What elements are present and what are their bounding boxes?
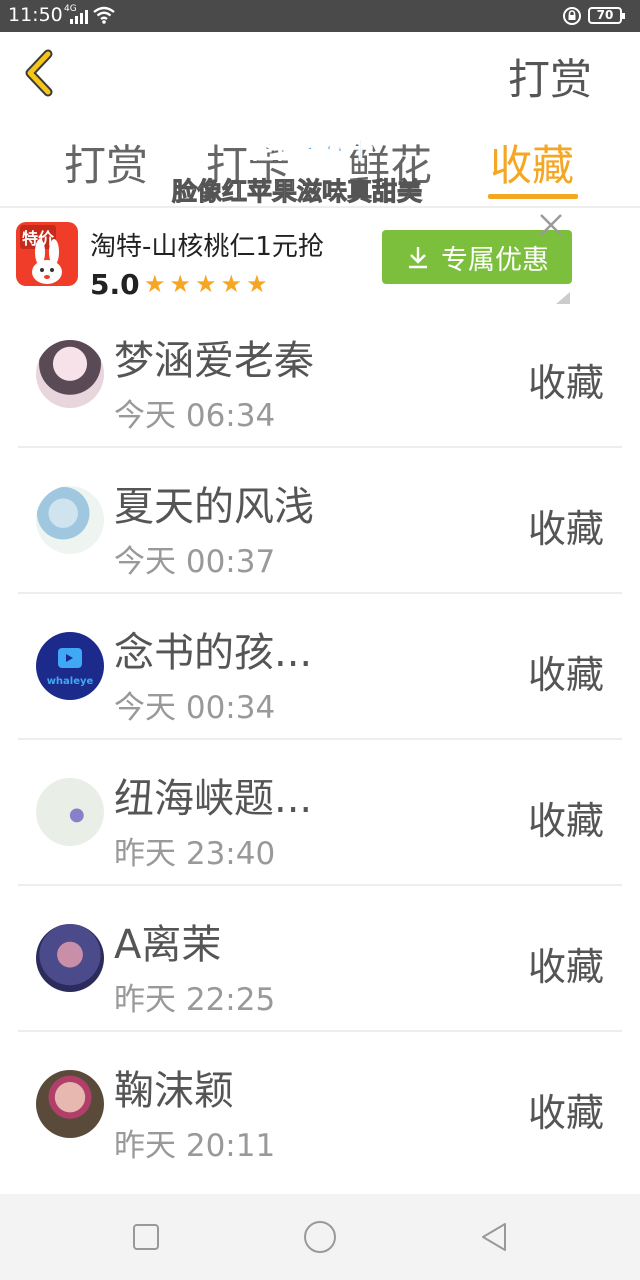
item-time: 今天 00:34: [114, 690, 276, 726]
ad-banner[interactable]: 特价 淘特-山核桃仁1元抢 5.0 ★★★★★ 专属优惠: [0, 208, 640, 304]
star-rating-icon: ★★★★★: [144, 270, 272, 298]
user-name: A离茉: [114, 922, 222, 968]
wifi-icon: [93, 6, 115, 24]
ad-rating: 5.0: [90, 268, 140, 301]
back-button[interactable]: [22, 48, 62, 98]
list-item[interactable]: 梦涵爱老秦 今天 06:34 收藏: [0, 302, 640, 448]
signal-icon: [70, 8, 88, 24]
user-name: 夏天的风浅: [114, 484, 314, 530]
item-time: 今天 00:37: [114, 544, 276, 580]
system-nav-bar: [0, 1194, 640, 1280]
user-name: 念书的孩...: [114, 630, 313, 676]
item-time: 今天 06:34: [114, 398, 276, 434]
header: 打赏: [0, 32, 640, 112]
item-time: 昨天 23:40: [114, 836, 276, 872]
square-icon: [133, 1224, 159, 1250]
tab-dashang[interactable]: 打赏: [64, 132, 148, 193]
rabbit-icon: [32, 239, 62, 284]
whale-icon: [58, 648, 82, 668]
ad-cta-label: 专属优惠: [441, 244, 549, 276]
status-time: 11:50: [8, 4, 63, 26]
ad-title: 淘特-山核桃仁1元抢: [90, 232, 324, 262]
lyric-overlay-line2: 脸像红苹果滋味真甜美: [171, 177, 423, 207]
page-title: 打赏: [507, 55, 592, 104]
list-item[interactable]: whaleye 念书的孩... 今天 00:34 收藏: [0, 594, 640, 740]
list-item[interactable]: 夏天的风浅 今天 00:37 收藏: [0, 448, 640, 594]
chevron-left-icon: [25, 49, 53, 97]
ad-cta-button[interactable]: 专属优惠: [382, 230, 572, 284]
user-name: 梦涵爱老秦: [114, 338, 314, 384]
item-action-label: 收藏: [528, 1091, 605, 1135]
item-action-label: 收藏: [528, 799, 605, 843]
ad-close-button[interactable]: [538, 212, 564, 238]
item-time: 昨天 22:25: [114, 982, 276, 1018]
avatar-logo-text: whaleye: [46, 676, 94, 687]
list-item[interactable]: A离茉 昨天 22:25 收藏: [0, 886, 640, 1032]
list-item[interactable]: 鞠沫颖 昨天 20:11 收藏: [0, 1032, 640, 1178]
triangle-icon: [482, 1223, 506, 1251]
tab-shoucang[interactable]: 收藏: [490, 132, 574, 193]
battery-icon: 70: [588, 7, 625, 24]
item-action-label: 收藏: [528, 507, 605, 551]
user-name: 鞠沫颖: [114, 1068, 234, 1114]
active-tab-indicator: [488, 194, 578, 199]
avatar: [36, 778, 104, 846]
user-name: 纽海峡题...: [114, 776, 313, 822]
item-action-label: 收藏: [528, 361, 605, 405]
avatar: [36, 486, 104, 554]
avatar: [36, 1070, 104, 1138]
nav-recent-button[interactable]: [106, 1194, 186, 1280]
avatar: [36, 924, 104, 992]
close-icon: [540, 214, 562, 236]
nav-back-button[interactable]: [454, 1194, 534, 1280]
nav-home-button[interactable]: [280, 1194, 360, 1280]
ad-app-icon: 特价: [16, 222, 78, 286]
download-icon: [409, 247, 427, 269]
avatar: [36, 340, 104, 408]
item-action-label: 收藏: [528, 945, 605, 989]
rotation-lock-icon: [563, 7, 581, 25]
status-bar: 11:50 4G 70: [0, 0, 640, 32]
list-item[interactable]: 纽海峡题... 昨天 23:40 收藏: [0, 740, 640, 886]
item-action-label: 收藏: [528, 653, 605, 697]
lyric-overlay-line1: 轻轻荡秋千: [247, 135, 374, 165]
avatar: whaleye: [36, 632, 104, 700]
item-time: 昨天 20:11: [114, 1128, 276, 1164]
circle-icon: [304, 1221, 336, 1253]
